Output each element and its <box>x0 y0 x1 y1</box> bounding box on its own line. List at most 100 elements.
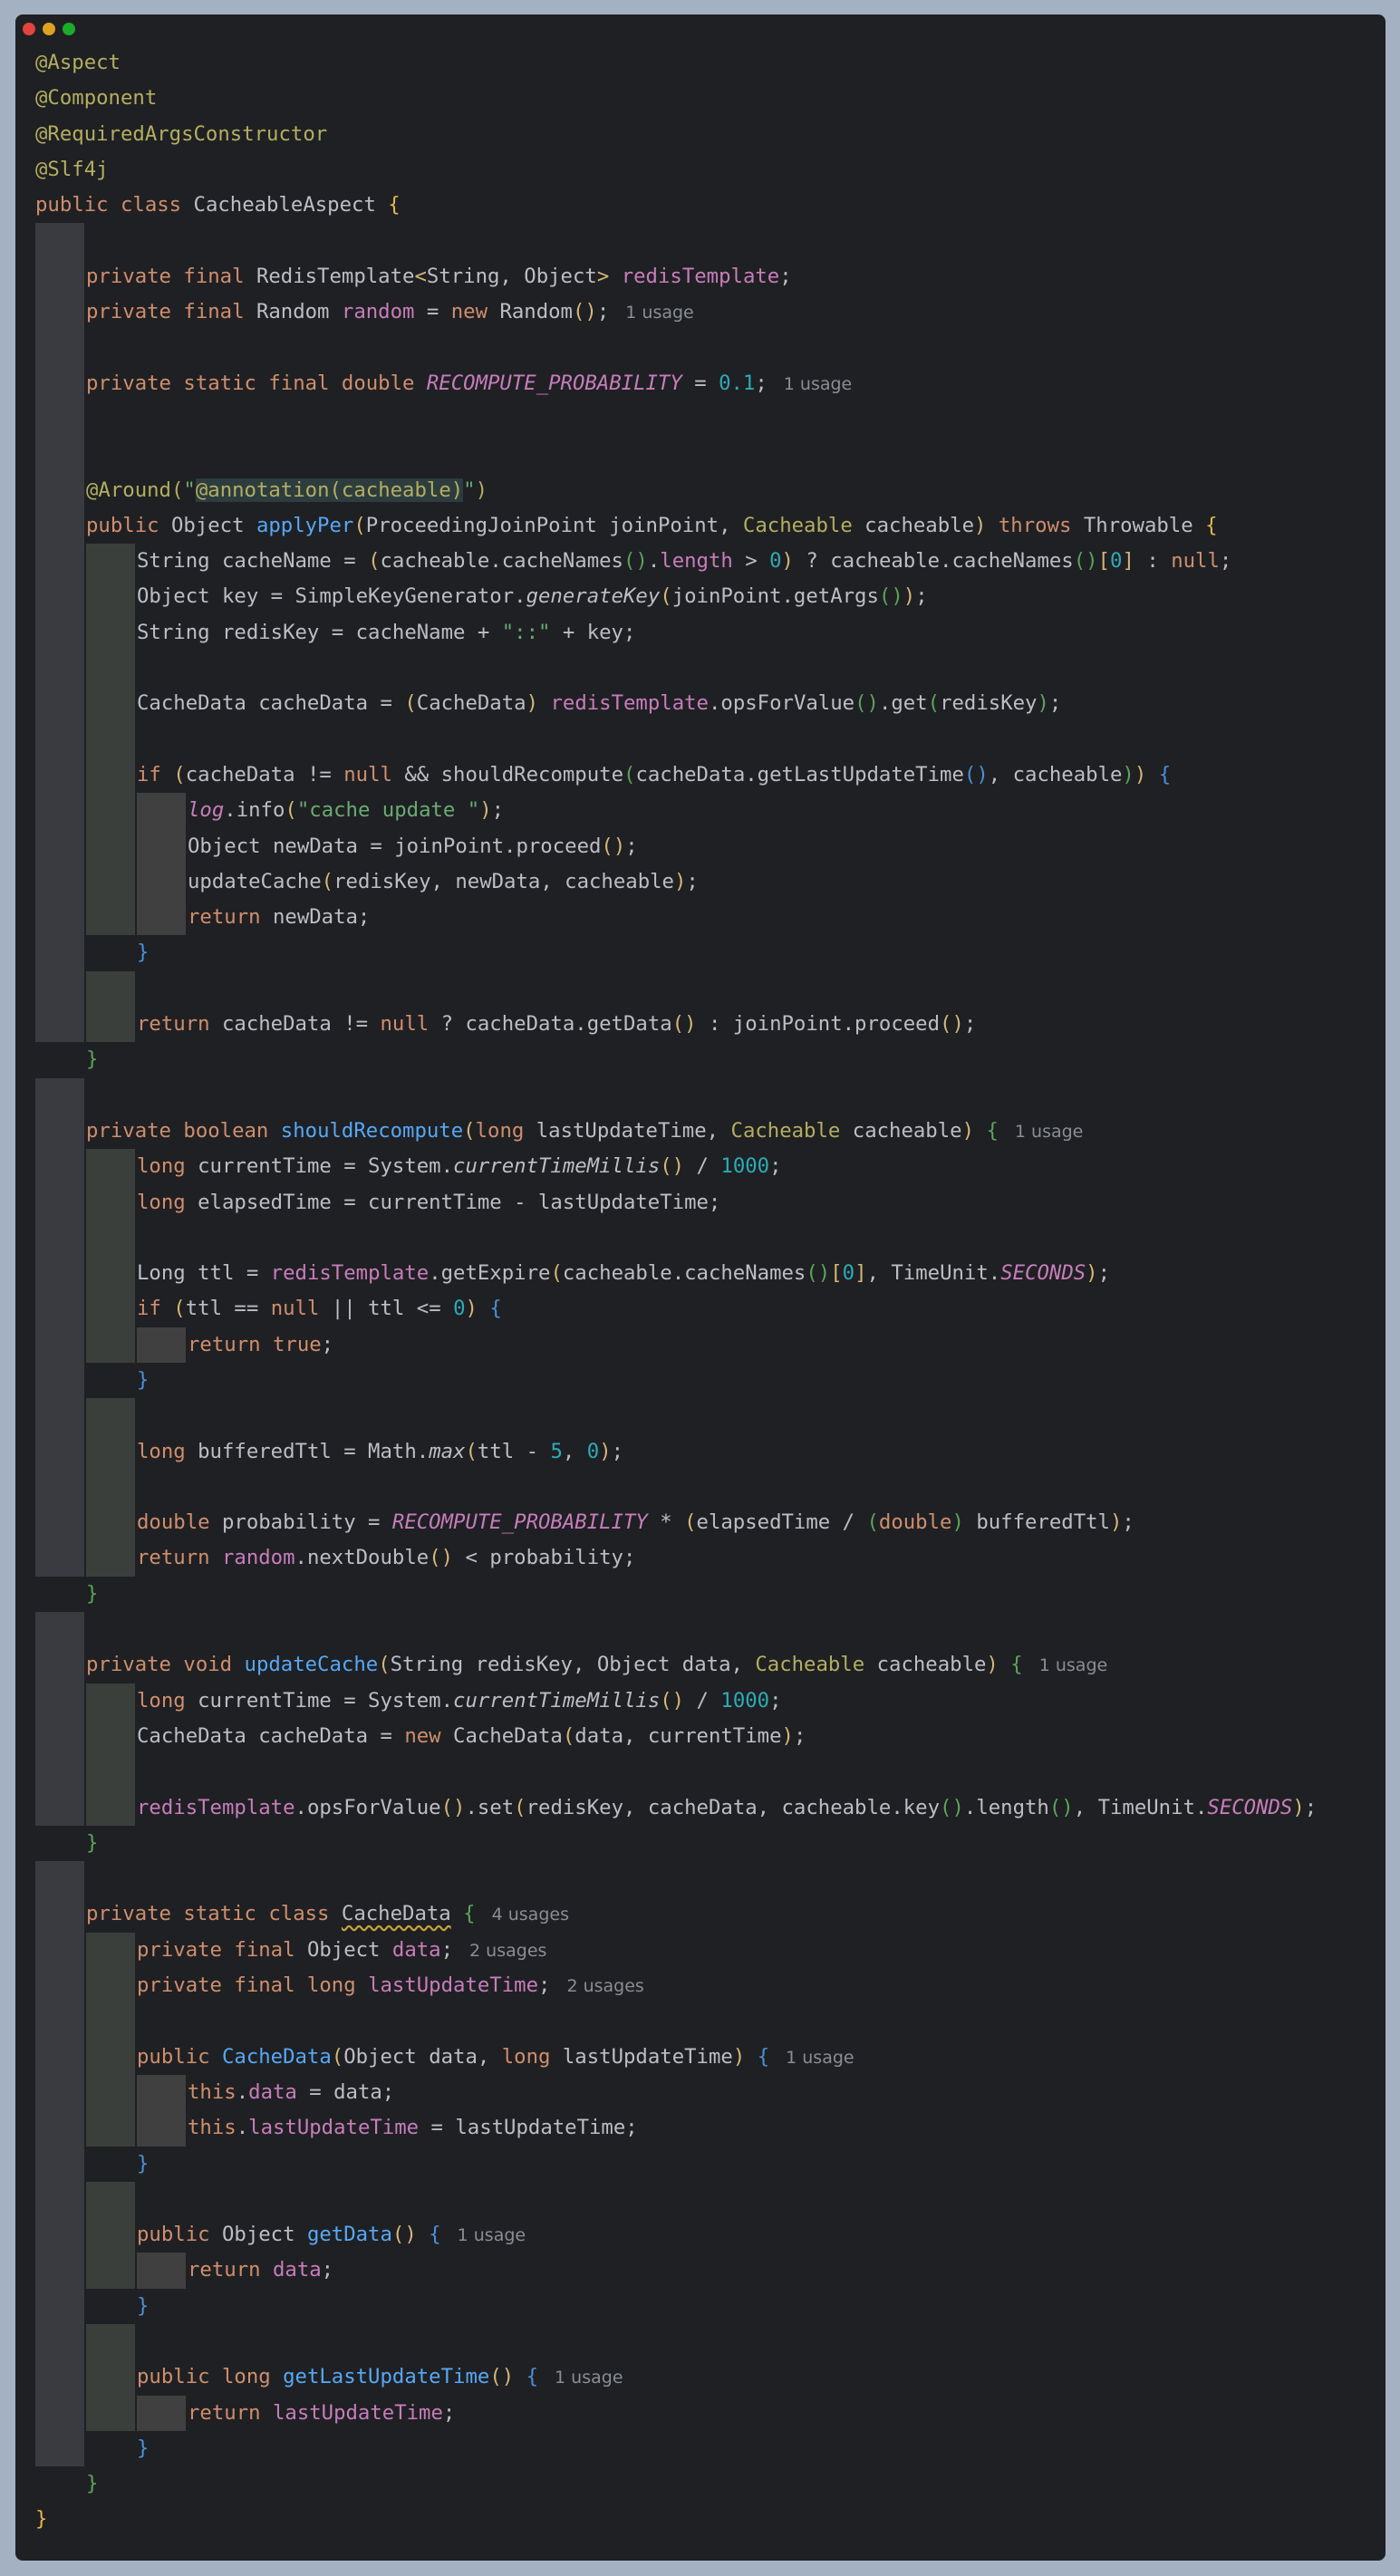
code-line[interactable]: private static class CacheData {4 usages <box>35 1896 1386 1933</box>
indent-guide <box>35 686 84 722</box>
code-line[interactable]: updateCache(redisKey, newData, cacheable… <box>35 863 1386 901</box>
code-line[interactable]: } <box>35 1577 1386 1612</box>
code-text: CacheData cacheData = (CacheData) redisT… <box>137 691 1061 715</box>
code-line[interactable] <box>35 1220 1386 1257</box>
code-line[interactable]: public class CacheableAspect { <box>35 188 1386 223</box>
code-line[interactable]: return random.nextDouble() < probability… <box>35 1540 1386 1577</box>
code-line[interactable]: String cacheName = (cacheable.cacheNames… <box>35 544 1386 580</box>
code-line[interactable]: Long ttl = redisTemplate.getExpire(cache… <box>35 1256 1386 1292</box>
code-line[interactable] <box>35 437 1386 473</box>
indent-guide <box>137 2395 186 2431</box>
code-token: this <box>188 2079 237 2104</box>
usage-hint[interactable]: 1 usage <box>784 374 852 394</box>
usage-hint[interactable]: 1 usage <box>786 2048 854 2068</box>
code-line[interactable]: Object key = SimpleKeyGenerator.generate… <box>35 579 1386 615</box>
code-line[interactable]: @Slf4j <box>35 152 1386 188</box>
code-line[interactable]: private final Object data; 2 usages <box>35 1932 1386 1969</box>
code-line[interactable]: public Object applyPer(ProceedingJoinPoi… <box>35 507 1386 545</box>
code-token: ; <box>491 798 505 823</box>
code-line[interactable] <box>35 223 1386 259</box>
code-line[interactable] <box>35 1077 1386 1114</box>
code-line[interactable]: redisTemplate.opsForValue().set(redisKey… <box>35 1790 1386 1826</box>
code-line[interactable]: long elapsedTime = currentTime - lastUpd… <box>35 1184 1386 1220</box>
code-line[interactable]: private final RedisTemplate<String, Obje… <box>35 258 1386 295</box>
code-line[interactable] <box>35 1612 1386 1648</box>
usage-hint[interactable]: 1 usage <box>625 303 693 323</box>
code-line[interactable]: String redisKey = cacheName + "::" + key… <box>35 614 1386 651</box>
indent-guide <box>35 1433 84 1470</box>
code-line[interactable]: CacheData cacheData = new CacheData(data… <box>35 1718 1386 1755</box>
code-line[interactable] <box>35 2324 1386 2360</box>
code-line[interactable] <box>35 1398 1386 1434</box>
usage-hint[interactable]: 1 usage <box>1039 1655 1107 1675</box>
code-line[interactable] <box>35 1861 1386 1897</box>
code-line[interactable]: Object newData = joinPoint.proceed(); <box>35 828 1386 864</box>
usage-hint[interactable]: 2 usages <box>469 1941 546 1961</box>
code-line[interactable]: this.data = data; <box>35 2074 1386 2111</box>
code-line[interactable]: @RequiredArgsConstructor <box>35 117 1386 152</box>
code-line[interactable]: public CacheData(Object data, long lastU… <box>35 2039 1386 2075</box>
code-line[interactable]: if (ttl == null || ttl <= 0) { <box>35 1291 1386 1327</box>
code-line[interactable]: } <box>35 2146 1386 2182</box>
code-line[interactable] <box>35 2003 1386 2040</box>
code-editor[interactable]: @Aspect @Component @RequiredArgsConstructo… <box>35 45 1386 2538</box>
minimize-button[interactable] <box>43 23 55 35</box>
code-line[interactable]: @Around("@annotation(cacheable)") <box>35 472 1386 508</box>
code-line[interactable]: private boolean shouldRecompute(long las… <box>35 1113 1386 1150</box>
code-line[interactable]: return newData; <box>35 900 1386 936</box>
code-line[interactable]: return true; <box>35 1327 1386 1363</box>
indent-guide <box>35 1327 84 1363</box>
code-line[interactable]: public Object getData() {1 usage <box>35 2217 1386 2253</box>
code-line[interactable]: long currentTime = System.currentTimeMil… <box>35 1683 1386 1719</box>
code-line[interactable]: return cacheData != null ? cacheData.get… <box>35 1007 1386 1043</box>
code-line[interactable]: } <box>35 2288 1386 2324</box>
code-line[interactable]: } <box>35 1362 1386 1399</box>
maximize-button[interactable] <box>63 23 75 35</box>
usage-hint[interactable]: 1 usage <box>555 2368 623 2388</box>
code-line[interactable]: } <box>35 2430 1386 2467</box>
code-line[interactable]: @Aspect <box>35 45 1386 81</box>
code-line[interactable]: } <box>35 1042 1386 1077</box>
code-text: } <box>86 1047 98 1071</box>
code-line[interactable] <box>35 721 1386 757</box>
code-token: { <box>429 2223 441 2247</box>
code-line[interactable]: return data; <box>35 2253 1386 2289</box>
code-line[interactable]: if (cacheData != null && shouldRecompute… <box>35 757 1386 794</box>
code-line[interactable]: long bufferedTtl = Math.max(ttl - 5, 0); <box>35 1433 1386 1470</box>
usage-hint[interactable]: 1 usage <box>1015 1122 1083 1142</box>
code-token: public <box>86 513 171 537</box>
code-token: ) <box>1134 762 1147 786</box>
code-line[interactable]: } <box>35 1826 1386 1861</box>
code-line[interactable] <box>35 330 1386 366</box>
close-button[interactable] <box>23 23 35 35</box>
indent-guide <box>86 863 135 901</box>
code-line[interactable]: } <box>35 2466 1386 2502</box>
code-line[interactable]: private void updateCache(String redisKey… <box>35 1647 1386 1684</box>
code-line[interactable]: CacheData cacheData = (CacheData) redisT… <box>35 686 1386 722</box>
code-line[interactable] <box>35 2181 1386 2218</box>
code-token: CacheData <box>416 691 526 716</box>
code-text: } <box>86 1582 98 1606</box>
code-line[interactable]: return lastUpdateTime; <box>35 2395 1386 2431</box>
usage-hint[interactable]: 4 usages <box>492 1905 569 1925</box>
code-line[interactable]: } <box>35 935 1386 971</box>
usage-hint[interactable]: 1 usage <box>458 2225 526 2245</box>
usage-hint[interactable]: 2 usages <box>566 1976 643 1996</box>
code-line[interactable]: log.info("cache update "); <box>35 793 1386 829</box>
code-line[interactable]: this.lastUpdateTime = lastUpdateTime; <box>35 2110 1386 2147</box>
code-line[interactable] <box>35 651 1386 687</box>
code-line[interactable] <box>35 1469 1386 1506</box>
code-line[interactable]: private final Random random = new Random… <box>35 294 1386 331</box>
code-line[interactable] <box>35 400 1386 438</box>
code-line[interactable]: public long getLastUpdateTime() {1 usage <box>35 2359 1386 2396</box>
code-line[interactable]: private static final double RECOMPUTE_PR… <box>35 365 1386 401</box>
code-line[interactable] <box>35 970 1386 1008</box>
code-token: > <box>732 549 770 574</box>
code-token: ) <box>1109 1510 1123 1535</box>
code-line[interactable]: long currentTime = System.currentTimeMil… <box>35 1149 1386 1185</box>
code-line[interactable]: private final long lastUpdateTime; 2 usag… <box>35 1968 1386 2004</box>
code-line[interactable]: @Component <box>35 81 1386 116</box>
code-line[interactable]: } <box>35 2502 1386 2537</box>
code-line[interactable]: double probability = RECOMPUTE_PROBABILI… <box>35 1505 1386 1541</box>
code-line[interactable] <box>35 1754 1386 1790</box>
